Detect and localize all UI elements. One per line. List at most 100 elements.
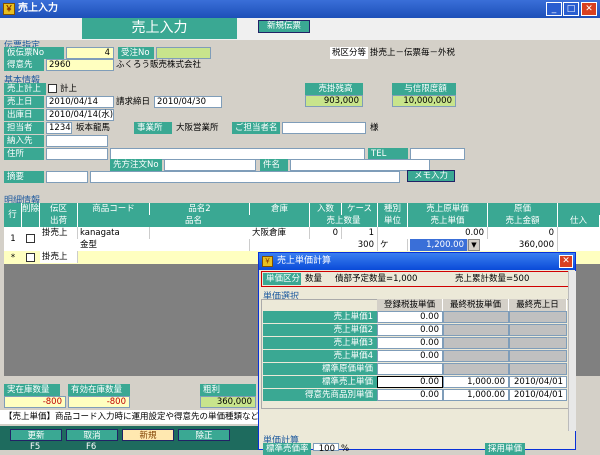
dialog-row-label: 標準原価単価 xyxy=(263,363,377,375)
col-hinmei2: 品名2 xyxy=(150,203,250,215)
row-soko[interactable]: 大阪倉庫 xyxy=(250,227,310,239)
update-button[interactable]: 更新 xyxy=(10,429,62,441)
sakichumon-input[interactable] xyxy=(164,159,256,171)
correct-button[interactable]: 除正 xyxy=(178,429,230,441)
col-denku: 伝区 xyxy=(40,203,78,215)
col-tanka: 売上単価 xyxy=(408,215,488,227)
memo-button[interactable]: メモ入力 xyxy=(407,170,455,182)
col-shiire: 仕入 xyxy=(558,215,600,227)
row-delete-checkbox[interactable] xyxy=(26,234,35,243)
row-case[interactable]: 1 xyxy=(342,227,378,239)
dialog-row-toroku[interactable]: 0.00 xyxy=(377,376,443,388)
jigyosho-value: 大阪営業所 xyxy=(176,123,219,133)
col-hinmei: 品名 xyxy=(78,215,310,227)
dialog-row-saishu[interactable] xyxy=(443,311,509,323)
dialog-row-toroku[interactable]: 0.00 xyxy=(377,350,443,362)
nonyu-label: 納入先 xyxy=(4,135,44,147)
dialog-row-date xyxy=(509,350,567,362)
tanto-label: 担当者 xyxy=(4,122,44,134)
seikyu-input[interactable]: 2010/04/30 xyxy=(154,96,222,108)
app-icon: ￥ xyxy=(3,3,15,15)
maximize-button[interactable]: □ xyxy=(563,2,579,16)
dialog-row-saishu[interactable] xyxy=(443,350,509,362)
row-code[interactable]: kanagata xyxy=(78,227,150,239)
tokuisaki-name: ふくろう販売株式会社 xyxy=(116,60,202,70)
gotanto-label: ご担当者名 xyxy=(232,122,280,134)
dialog-scrollbar[interactable] xyxy=(568,271,576,431)
uriagebi-input[interactable]: 2010/04/14 xyxy=(46,96,114,108)
row-genka: 0 xyxy=(488,227,558,239)
row-new-denku[interactable]: 掛売上 xyxy=(40,251,78,263)
shukka-input[interactable]: 2010/04/14(水) xyxy=(46,109,114,121)
yotei-text: 債部予定数量=1,000 xyxy=(335,274,418,284)
kubun-value: 数量 xyxy=(305,274,323,284)
dialog-title: 売上単価計算 xyxy=(259,253,575,270)
tokuisaki-code-input[interactable]: 2960 xyxy=(46,59,114,71)
row-denku[interactable]: 掛売上 xyxy=(40,227,78,239)
new-button[interactable]: 新規 xyxy=(122,429,174,441)
juchu-input[interactable] xyxy=(156,47,211,59)
row-suryo[interactable]: 300 xyxy=(310,239,378,251)
f6-label: F6 xyxy=(86,442,97,452)
dialog-row-saishu[interactable] xyxy=(443,363,509,375)
chevron-down-icon[interactable]: ▼ xyxy=(468,239,480,251)
col-shukka: 出荷 xyxy=(40,215,78,227)
jusho-label: 住所 xyxy=(4,148,44,160)
kari-label: 仮伝票No xyxy=(4,47,64,59)
minimize-button[interactable]: _ xyxy=(546,2,562,16)
dialog-row-saishu[interactable] xyxy=(443,324,509,336)
sakichumon-label: 先方注文No xyxy=(110,159,162,171)
dialog-row-label: 売上単価2 xyxy=(263,324,377,336)
dialog-row-date xyxy=(509,324,567,336)
gotanto-input[interactable] xyxy=(282,122,366,134)
keijo-check-label: 計上 xyxy=(60,84,78,94)
tekiyo-input[interactable] xyxy=(90,171,400,183)
page-title: 売上入力 xyxy=(82,18,237,39)
row-hinmei[interactable]: 金型 xyxy=(78,239,250,251)
zaiko-value: -800 xyxy=(4,396,66,408)
dialog-row-toroku[interactable]: 0.00 xyxy=(377,389,443,401)
cancel-button[interactable]: 取消 xyxy=(66,429,118,441)
dialog-app-icon: ￥ xyxy=(262,256,273,267)
tokuisaki-label: 得意先 xyxy=(4,59,44,71)
dialog-row-date: 2010/04/01 xyxy=(509,376,567,388)
dialog-row-date xyxy=(509,311,567,323)
row-genka-tanka[interactable]: 0.00 xyxy=(408,227,488,239)
col-genka-tanka: 売上原単価 xyxy=(408,203,488,215)
row-tani[interactable]: ケ xyxy=(378,239,408,251)
dialog-row-saishu[interactable] xyxy=(443,337,509,349)
col-code: 商品コード xyxy=(78,203,150,215)
col-gyono: 行No xyxy=(4,203,22,244)
tekiyo-code-input[interactable] xyxy=(46,171,88,183)
dialog-row-toroku[interactable]: 0.00 xyxy=(377,324,443,336)
tanto-code-input[interactable]: 1234 xyxy=(46,122,72,134)
kenmei-label: 件名 xyxy=(260,159,288,171)
keijo-checkbox[interactable] xyxy=(48,84,57,93)
dialog-row-saishu[interactable]: 1,000.00 xyxy=(443,376,509,388)
row-irisu[interactable]: 0 xyxy=(310,227,342,239)
arari-value: 360,000 xyxy=(200,396,256,408)
jigyosho-label: 事業所 xyxy=(134,122,172,134)
dialog-row-date xyxy=(509,337,567,349)
row-new-delete-checkbox[interactable] xyxy=(26,253,35,262)
row-kingaku: 360,000 xyxy=(488,239,558,251)
tanto-name: 坂本龍馬 xyxy=(76,123,111,133)
dialog-row-toroku[interactable] xyxy=(377,363,443,375)
dialog-row-toroku[interactable]: 0.00 xyxy=(377,337,443,349)
col-case: ケース xyxy=(342,203,378,215)
close-button[interactable]: ✕ xyxy=(581,2,597,16)
col-saishu-date: 最終売上日 xyxy=(509,299,567,311)
dialog-close-icon[interactable]: ✕ xyxy=(559,255,573,268)
dialog-row-saishu[interactable]: 1,000.00 xyxy=(443,389,509,401)
kari-input[interactable]: 4 xyxy=(66,47,114,59)
new-slip-button[interactable]: 新規伝票 xyxy=(258,20,310,33)
dialog-row-label: 売上単価3 xyxy=(263,337,377,349)
dialog-row-toroku[interactable]: 0.00 xyxy=(377,311,443,323)
col-sakujo: 削除 xyxy=(22,203,40,227)
zaiko-label: 実在庫数量 xyxy=(4,384,60,396)
row-tanka-input[interactable]: 1,200.00 xyxy=(410,239,468,251)
col-tani: 単位 xyxy=(378,215,408,227)
jusho-input-1[interactable] xyxy=(46,148,108,160)
juchu-label: 受注No xyxy=(118,47,154,59)
nonyu-input[interactable] xyxy=(46,135,108,147)
